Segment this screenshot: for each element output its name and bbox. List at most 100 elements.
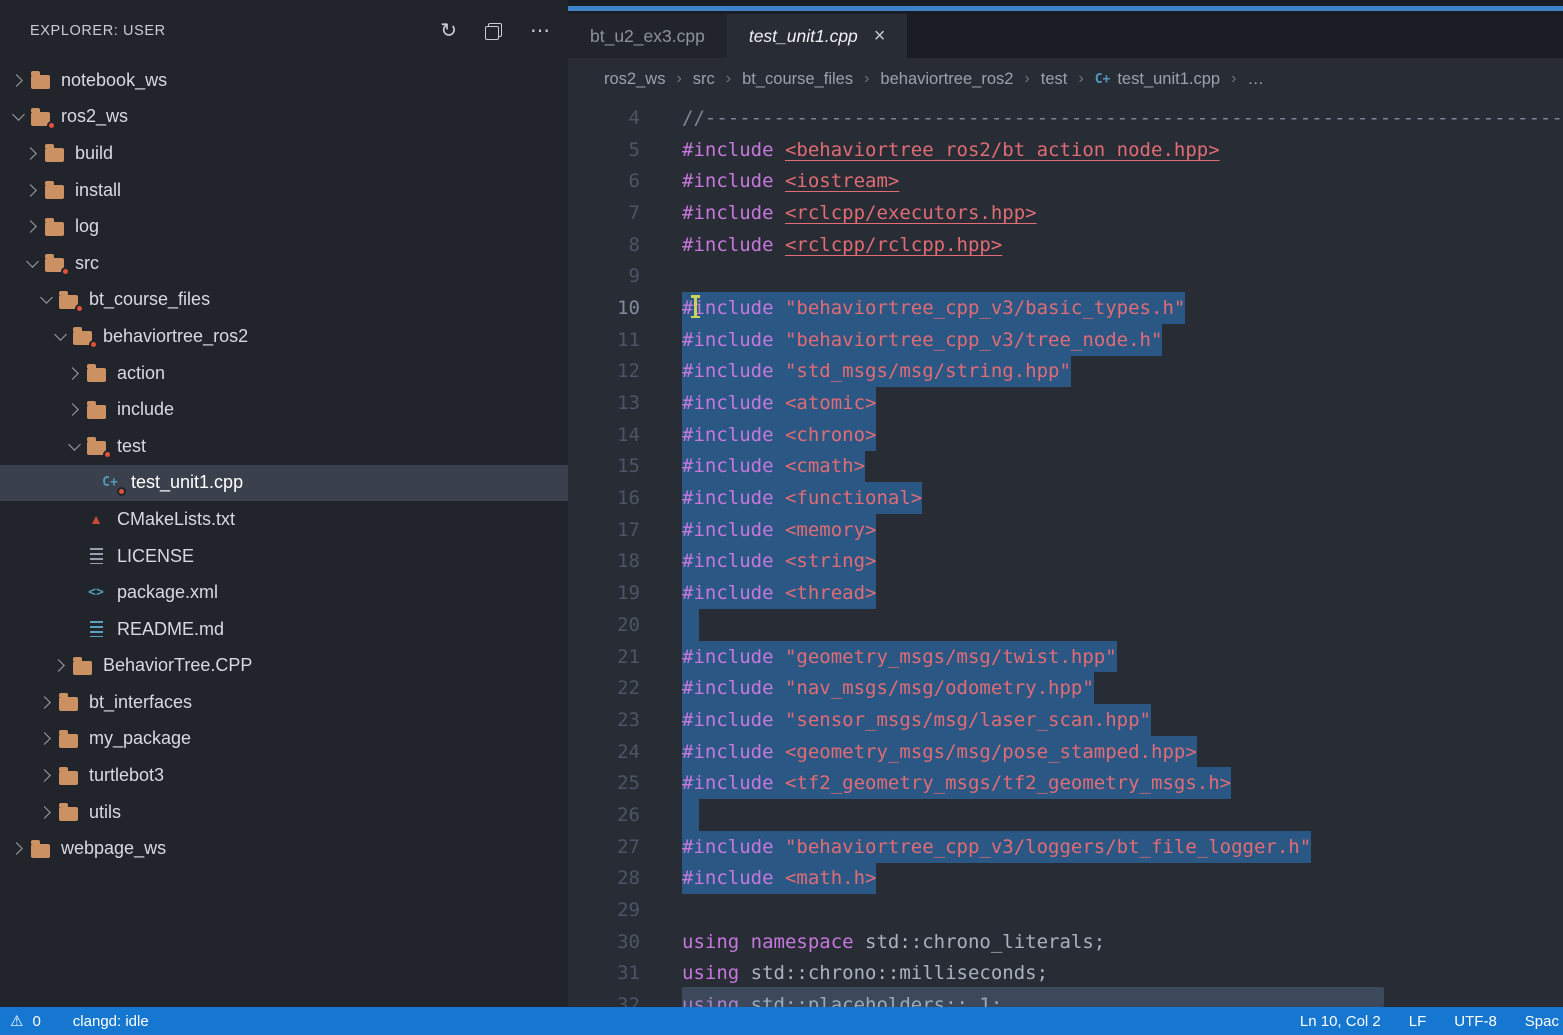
folder-icon (84, 435, 108, 457)
collapse-folders-icon[interactable] (485, 23, 502, 40)
breadcrumb-item[interactable]: C+test_unit1.cpp (1095, 70, 1220, 89)
encoding-indicator[interactable]: UTF-8 (1454, 1013, 1497, 1030)
tree-item-README.md[interactable]: README.md (0, 611, 568, 648)
tree-item-behaviortree_ros2[interactable]: behaviortree_ros2 (0, 318, 568, 355)
license-glyph (90, 548, 103, 564)
refresh-explorer-icon[interactable]: ↻ (440, 21, 457, 41)
text-cursor-pointer (694, 295, 697, 318)
tree-item-BehaviorTree.CPP[interactable]: BehaviorTree.CPP (0, 648, 568, 685)
tree-item-test_unit1.cpp[interactable]: C+test_unit1.cpp (0, 465, 568, 502)
horizontal-scrollbar[interactable] (682, 987, 1384, 1007)
tree-item-utils[interactable]: utils (0, 794, 568, 831)
xml-file-icon: <> (84, 582, 108, 604)
token: <behaviortree_ros2/bt_action_node.hpp> (785, 139, 1220, 161)
folder-glyph (59, 697, 78, 711)
tree-item-log[interactable]: log (0, 208, 568, 245)
code-line: 4//-------------------------------------… (568, 102, 1563, 134)
code-text: #include <rclcpp/rclcpp.hpp> (682, 229, 1002, 261)
tree-item-test[interactable]: test (0, 428, 568, 465)
breadcrumb-item[interactable]: … (1247, 70, 1264, 89)
explorer-title: EXPLORER: USER (30, 23, 166, 39)
line-number: 11 (568, 329, 640, 351)
breadcrumb-item[interactable]: test (1041, 70, 1068, 89)
chevron-right-icon (36, 808, 56, 817)
line-number: 22 (568, 677, 640, 699)
breadcrumb-item[interactable]: src (693, 70, 715, 89)
tree-item-LICENSE[interactable]: LICENSE (0, 538, 568, 575)
tree-item-webpage_ws[interactable]: webpage_ws (0, 830, 568, 867)
token: <functional> (785, 487, 922, 509)
tree-item-my_package[interactable]: my_package (0, 721, 568, 758)
cpp-file-icon: C+ (1095, 72, 1111, 87)
code-text (682, 609, 699, 641)
tree-item-label: package.xml (117, 582, 218, 603)
token: #include (682, 582, 785, 604)
breadcrumb-separator-icon: › (676, 70, 681, 88)
tree-item-label: LICENSE (117, 546, 194, 567)
code-line: 6#include <iostream> (568, 165, 1563, 197)
code-area[interactable]: 4//-------------------------------------… (568, 100, 1563, 1007)
token: <geometry_msgs/msg/pose_stamped.hpp> (785, 741, 1197, 763)
folder-glyph (87, 368, 106, 382)
code-line: 9 (568, 260, 1563, 292)
breadcrumb-item[interactable]: ros2_ws (604, 70, 665, 89)
warning-icon[interactable]: ⚠ (10, 1012, 23, 1030)
folder-icon (70, 325, 94, 347)
token: #include (682, 709, 785, 731)
more-actions-icon[interactable]: ⋯ (530, 21, 550, 41)
folder-glyph (45, 222, 64, 236)
line-number: 20 (568, 614, 640, 636)
tree-item-turtlebot3[interactable]: turtlebot3 (0, 757, 568, 794)
token: "geometry_msgs/msg/twist.hpp" (785, 646, 1117, 668)
eol-indicator[interactable]: LF (1409, 1013, 1427, 1030)
line-number: 25 (568, 772, 640, 794)
code-line: 16#include <functional> (568, 482, 1563, 514)
breadcrumb-item[interactable]: bt_course_files (742, 70, 853, 89)
tree-item-label: my_package (89, 728, 191, 749)
code-text: #include "behaviortree_cpp_v3/loggers/bt… (682, 831, 1311, 863)
token: #include (682, 550, 785, 572)
code-line: 13#include <atomic> (568, 387, 1563, 419)
tree-item-package.xml[interactable]: <> package.xml (0, 574, 568, 611)
close-tab-icon[interactable]: × (874, 26, 886, 46)
code-line: 18#include <string> (568, 546, 1563, 578)
tree-item-src[interactable]: src (0, 245, 568, 282)
tree-item-bt_interfaces[interactable]: bt_interfaces (0, 684, 568, 721)
code-line: 27#include "behaviortree_cpp_v3/loggers/… (568, 831, 1563, 863)
folder-icon (28, 106, 52, 128)
line-number: 26 (568, 804, 640, 826)
breadcrumb-item[interactable]: behaviortree_ros2 (880, 70, 1013, 89)
code-line: 10#include "behaviortree_cpp_v3/basic_ty… (568, 292, 1563, 324)
line-number: 12 (568, 360, 640, 382)
indentation-indicator[interactable]: Spac (1525, 1013, 1559, 1030)
tab-label: test_unit1.cpp (749, 26, 858, 47)
status-bar: ⚠ 0 clangd: idle Ln 10, Col 2 LF UTF-8 Spac (0, 1007, 1563, 1035)
tab-test_unit1.cpp[interactable]: test_unit1.cpp × (727, 14, 908, 58)
line-number: 10 (568, 297, 640, 319)
clangd-status[interactable]: clangd: idle (73, 1013, 149, 1030)
tree-item-bt_course_files[interactable]: bt_course_files (0, 282, 568, 319)
git-modified-dot (61, 267, 70, 276)
cursor-position[interactable]: Ln 10, Col 2 (1300, 1013, 1381, 1030)
tree-item-notebook_ws[interactable]: notebook_ws (0, 62, 568, 99)
code-text: #include <math.h> (682, 863, 876, 895)
problems-count[interactable]: 0 (32, 1013, 40, 1030)
tree-item-build[interactable]: build (0, 135, 568, 172)
tree-item-install[interactable]: install (0, 172, 568, 209)
code-text: #include <tf2_geometry_msgs/tf2_geometry… (682, 767, 1231, 799)
code-line: 8#include <rclcpp/rclcpp.hpp> (568, 229, 1563, 261)
code-text: #include <behaviortree_ros2/bt_action_no… (682, 134, 1220, 166)
folder-icon (42, 252, 66, 274)
code-text: #include <thread> (682, 577, 876, 609)
tree-item-ros2_ws[interactable]: ros2_ws (0, 99, 568, 136)
token: <rclcpp/executors.hpp> (785, 202, 1037, 224)
tab-strip: bt_u2_ex3.cpp test_unit1.cpp × (568, 0, 1563, 58)
token: <math.h> (785, 867, 877, 889)
breadcrumb-label: bt_course_files (742, 70, 853, 89)
tab-bt_u2_ex3.cpp[interactable]: bt_u2_ex3.cpp (568, 14, 727, 58)
code-text: #include <functional> (682, 482, 922, 514)
tree-item-include[interactable]: include (0, 391, 568, 428)
tree-item-action[interactable]: action (0, 355, 568, 392)
folder-icon (70, 655, 94, 677)
tree-item-CMakeLists.txt[interactable]: ▲CMakeLists.txt (0, 501, 568, 538)
